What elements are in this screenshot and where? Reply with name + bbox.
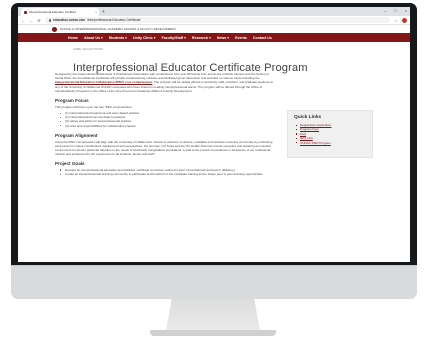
quick-links-title: Quick Links — [294, 115, 322, 120]
profile-avatar[interactable] — [402, 17, 407, 23]
url-path: /Interprofessional-Educator-Certificate — [86, 18, 141, 22]
monitor-chin — [11, 265, 417, 299]
maximize-icon[interactable]: □ — [394, 8, 396, 13]
tab-close-icon[interactable]: × — [95, 10, 97, 14]
breadcrumb[interactable]: HOME / FACULTY/STAFF — [18, 42, 410, 51]
goals-heading: Project Goals — [55, 160, 85, 166]
forward-icon[interactable]: → — [29, 18, 33, 23]
tab-title: Interprofessional Educator Certifica — [29, 10, 76, 14]
list-item: (4) roles and responsibilities for colla… — [60, 124, 273, 128]
back-icon[interactable]: ← — [21, 18, 25, 23]
focus-list: (1) interprofessional teamwork and team-… — [60, 111, 273, 128]
favicon-icon — [24, 10, 27, 14]
org-header: OFFICE of INTERPROFESSIONAL ACADEMIC AFF… — [18, 25, 410, 33]
focus-heading: Program Focus — [55, 98, 89, 104]
close-window-icon[interactable]: × — [405, 8, 407, 13]
url-field[interactable]: education.ouhsc.edu /Interprofessional-E… — [45, 17, 391, 23]
browser-tab-bar: Interprofessional Educator Certifica × +… — [18, 7, 410, 16]
toolbar-right: ☆ — [394, 17, 407, 23]
main-content: Designed by the Interprofessional Educat… — [55, 72, 273, 176]
menu-item-news[interactable]: News ▾ — [217, 36, 229, 40]
alignment-heading: Program Alignment — [55, 132, 98, 138]
main-menu: Home About Us ▾ Students ▾ Unity Clinic … — [18, 33, 410, 42]
url-domain: education.ouhsc.edu — [53, 18, 85, 22]
menu-item-contact[interactable]: Contact Us — [253, 36, 272, 40]
quick-links-list: Registration Application Program Flyer F… — [296, 123, 366, 145]
address-bar-row: ← → ⟳ education.ouhsc.edu /Interprofessi… — [18, 16, 410, 25]
monitor-stand-foot — [150, 330, 276, 336]
desktop-scene: Interprofessional Educator Certifica × +… — [0, 0, 427, 341]
monitor-stand-neck — [166, 299, 260, 331]
alignment-text: Using the IPEC competencies will align w… — [55, 139, 273, 156]
menu-item-about[interactable]: About Us ▾ — [84, 36, 103, 40]
goals-list: Develop an interprofessional education a… — [60, 168, 273, 176]
menu-item-home[interactable]: Home — [68, 36, 78, 40]
focus-text: This program will focus upon the four IP… — [55, 105, 133, 110]
window-controls: – □ × — [384, 8, 407, 13]
quick-link-ipep[interactable]: OUHSC IPEP Program — [296, 141, 366, 145]
menu-item-events[interactable]: Events — [235, 36, 247, 40]
quick-links-box: Quick Links Registration Application Pro… — [287, 110, 373, 158]
intro-paragraph: Designed by the Interprofessional Educat… — [55, 72, 273, 93]
bookmark-star-icon[interactable]: ☆ — [394, 18, 398, 23]
org-name: OFFICE of INTERPROFESSIONAL ACADEMIC AFF… — [60, 27, 177, 31]
page-title: Interprofessional Educator Certificate P… — [73, 62, 308, 74]
menu-item-students[interactable]: Students ▾ — [109, 36, 127, 40]
intro-text-a: Designed by the Interprofessional Educat… — [55, 72, 269, 81]
list-item: Create an interprofessional learning com… — [60, 172, 273, 176]
menu-item-faculty-staff[interactable]: Faculty/Staff ▾ — [162, 36, 186, 40]
new-tab-button[interactable]: + — [102, 8, 105, 16]
minimize-icon[interactable]: – — [384, 8, 386, 13]
menu-item-research[interactable]: Research ▾ — [192, 36, 211, 40]
lock-icon — [49, 18, 51, 22]
university-seal-icon — [52, 26, 57, 32]
browser-tab[interactable]: Interprofessional Educator Certifica × — [21, 8, 99, 16]
reload-icon[interactable]: ⟳ — [37, 18, 41, 23]
menu-item-unity-clinic[interactable]: Unity Clinic ▾ — [133, 36, 156, 40]
